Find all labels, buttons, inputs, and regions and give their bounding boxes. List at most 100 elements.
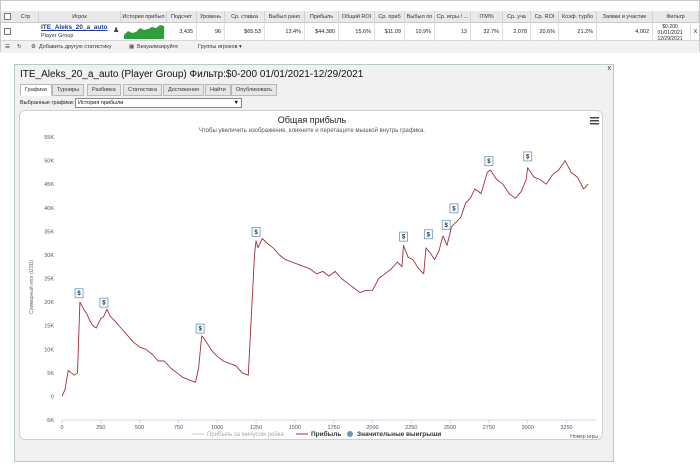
cell-avg-profit: $11.09 [375,23,405,41]
select-all-checkbox[interactable] [4,13,11,20]
big-win-marker[interactable]: $ [441,219,451,230]
cell-entries: 4,002 [597,23,653,41]
header-early-out[interactable]: Выбыл рано [265,11,305,23]
y-tick-label: 40K [44,206,54,212]
row-checkbox[interactable] [4,28,11,35]
visualize-button[interactable]: Визуализируйте [137,42,178,52]
add-stat-button[interactable]: Добавить другую статистику [39,42,112,52]
chart-title: Общая прибыль [278,115,347,125]
big-win-marker[interactable]: $ [423,229,433,240]
y-tick-label: 15K [44,324,54,330]
x-tick-label: 1000 [211,425,223,431]
cell-filter: $0-200 01/01/2021 12/29/2021 [653,23,691,41]
report-title: ITE_Aleks_20_a_auto (Player Group) Фильт… [20,69,364,80]
header-avg-profit[interactable]: Ср. приб [375,11,405,23]
header-profit-history[interactable]: История прибыл [121,11,167,23]
x-tick-label: 500 [135,425,144,431]
header-itm[interactable]: ITM% [471,11,503,23]
big-win-marker[interactable]: $ [399,231,408,242]
header-entries[interactable]: Заявки и участие [597,11,653,23]
stats-table: Стр Игрок История прибыл Подсчет Уровень… [0,0,700,53]
y-tick-label: 30K [44,253,54,259]
x-tick-label: 1500 [289,425,301,431]
refresh-icon[interactable]: ↻ [17,42,22,52]
series-layer [61,160,589,397]
visualize-icon[interactable]: ▦ [129,42,134,52]
y-tick-label: 25K [44,277,54,283]
x-tick-label: 250 [96,425,105,431]
tab-statistics[interactable]: Статистика [123,84,162,96]
header-out-by[interactable]: Выбыл по [405,11,435,23]
header-count[interactable]: Подсчет [167,11,197,23]
tab-breakdown[interactable]: Разбивка [87,84,121,96]
header-level[interactable]: Уровень [197,11,225,23]
profit-chart[interactable]: Общая прибыль Чтобы увеличить изображени… [20,111,604,441]
graph-select-label: Выбранные графики: [20,100,75,106]
user-icon: ♟ [113,27,120,34]
x-tick-label: 0 [60,425,63,431]
y-tick-label: 5K [47,371,54,377]
y-tick-label: 35K [44,229,54,235]
graph-select[interactable]: История прибыли ▼ [75,98,242,108]
x-tick-label: 2750 [483,425,495,431]
cell-turbo: 21.2% [559,23,597,41]
chart-panel[interactable]: Общая прибыль Чтобы увеличить изображени… [19,110,603,440]
chart-menu-icon[interactable] [590,117,599,125]
header-avg-roi[interactable]: Ср. ROI [531,11,559,23]
y-tick-label: 20K [44,300,54,306]
legend-label-profit: Прибыль [311,430,341,438]
big-win-marker[interactable]: $ [195,323,205,334]
tab-publish[interactable]: Опубликовать [231,84,277,96]
header-profit[interactable]: Прибыль [305,11,339,23]
header-filter[interactable]: Фильтр [653,11,699,23]
header-page[interactable]: Стр [13,11,39,23]
big-wins-markers[interactable]: $ $ $ $ $ $ $ $ $ $ [74,151,533,334]
header-avg-stake[interactable]: Ср. ставка [225,11,265,23]
chart-subtitle: Чтобы увеличить изображение, кликните и … [199,127,425,134]
cell-profit: $44,380 [305,23,339,41]
report-window: ITE_Aleks_20_a_auto (Player Group) Фильт… [14,64,614,462]
header-player[interactable]: Игрок [39,11,121,23]
tab-achievements[interactable]: Достижения [163,84,205,96]
graph-select-value: История прибыли [78,100,124,106]
tab-charts[interactable]: Графики [20,84,52,96]
y-axis-label: Суммарный итог (USD) [28,260,35,314]
header-turbo[interactable]: Коэф. турбо [559,11,597,23]
big-win-marker[interactable]: $ [74,288,84,299]
chart-legend: Прибыль за минусом рейка Прибыль Значите… [192,430,441,438]
profit-series-line[interactable] [61,160,589,397]
header-avg-part[interactable]: Ср. уча [503,11,531,23]
cell-avg-part: 2,078 [503,23,531,41]
add-stat-icon[interactable]: ⚙ [31,42,36,52]
tab-find[interactable]: Найти [205,84,231,96]
table-header: Стр Игрок История прибыл Подсчет Уровень… [1,11,699,23]
close-icon[interactable]: x [608,65,612,72]
y-tick-label: -5K [45,418,54,424]
tab-tournaments[interactable]: Турниры [52,84,84,96]
player-groups-dropdown[interactable]: Группы игроков ▾ [198,42,242,52]
legend-label-rake: Прибыль за минусом рейка [207,431,285,438]
y-tick-label: 0 [51,394,54,400]
big-win-marker[interactable]: $ [251,227,261,237]
big-win-marker[interactable]: $ [484,156,494,167]
remove-row-button[interactable]: X [691,23,700,41]
player-group-label: Player Group [41,33,74,39]
legend-item-big-wins[interactable]: Значительные выигрыши [347,431,441,438]
player-name-link[interactable]: ITE_Aleks_20_a_auto [41,24,107,31]
big-win-marker[interactable]: $ [99,297,109,308]
cell-avg-stake: $65.53 [225,23,265,41]
big-win-marker[interactable]: $ [523,151,533,162]
y-tick-label: 55K [44,135,54,141]
big-win-marker[interactable]: $ [449,203,459,214]
header-total-roi[interactable]: Общий ROI [339,11,375,23]
cell-avg-roi: 20.6% [531,23,559,41]
y-tick-label: 10K [44,347,54,353]
legend-item-rake[interactable]: Прибыль за минусом рейка [192,431,285,438]
header-avg-games[interactable]: Ср. игры / ... [435,11,471,23]
x-tick-label: 2500 [444,425,456,431]
legend-item-profit[interactable]: Прибыль [296,430,341,438]
cell-count: 3,435 [167,23,197,41]
menu-icon[interactable]: ☰ [5,42,10,52]
x-tick-label: 1250 [250,425,262,431]
x-tick-label: 750 [174,425,183,431]
